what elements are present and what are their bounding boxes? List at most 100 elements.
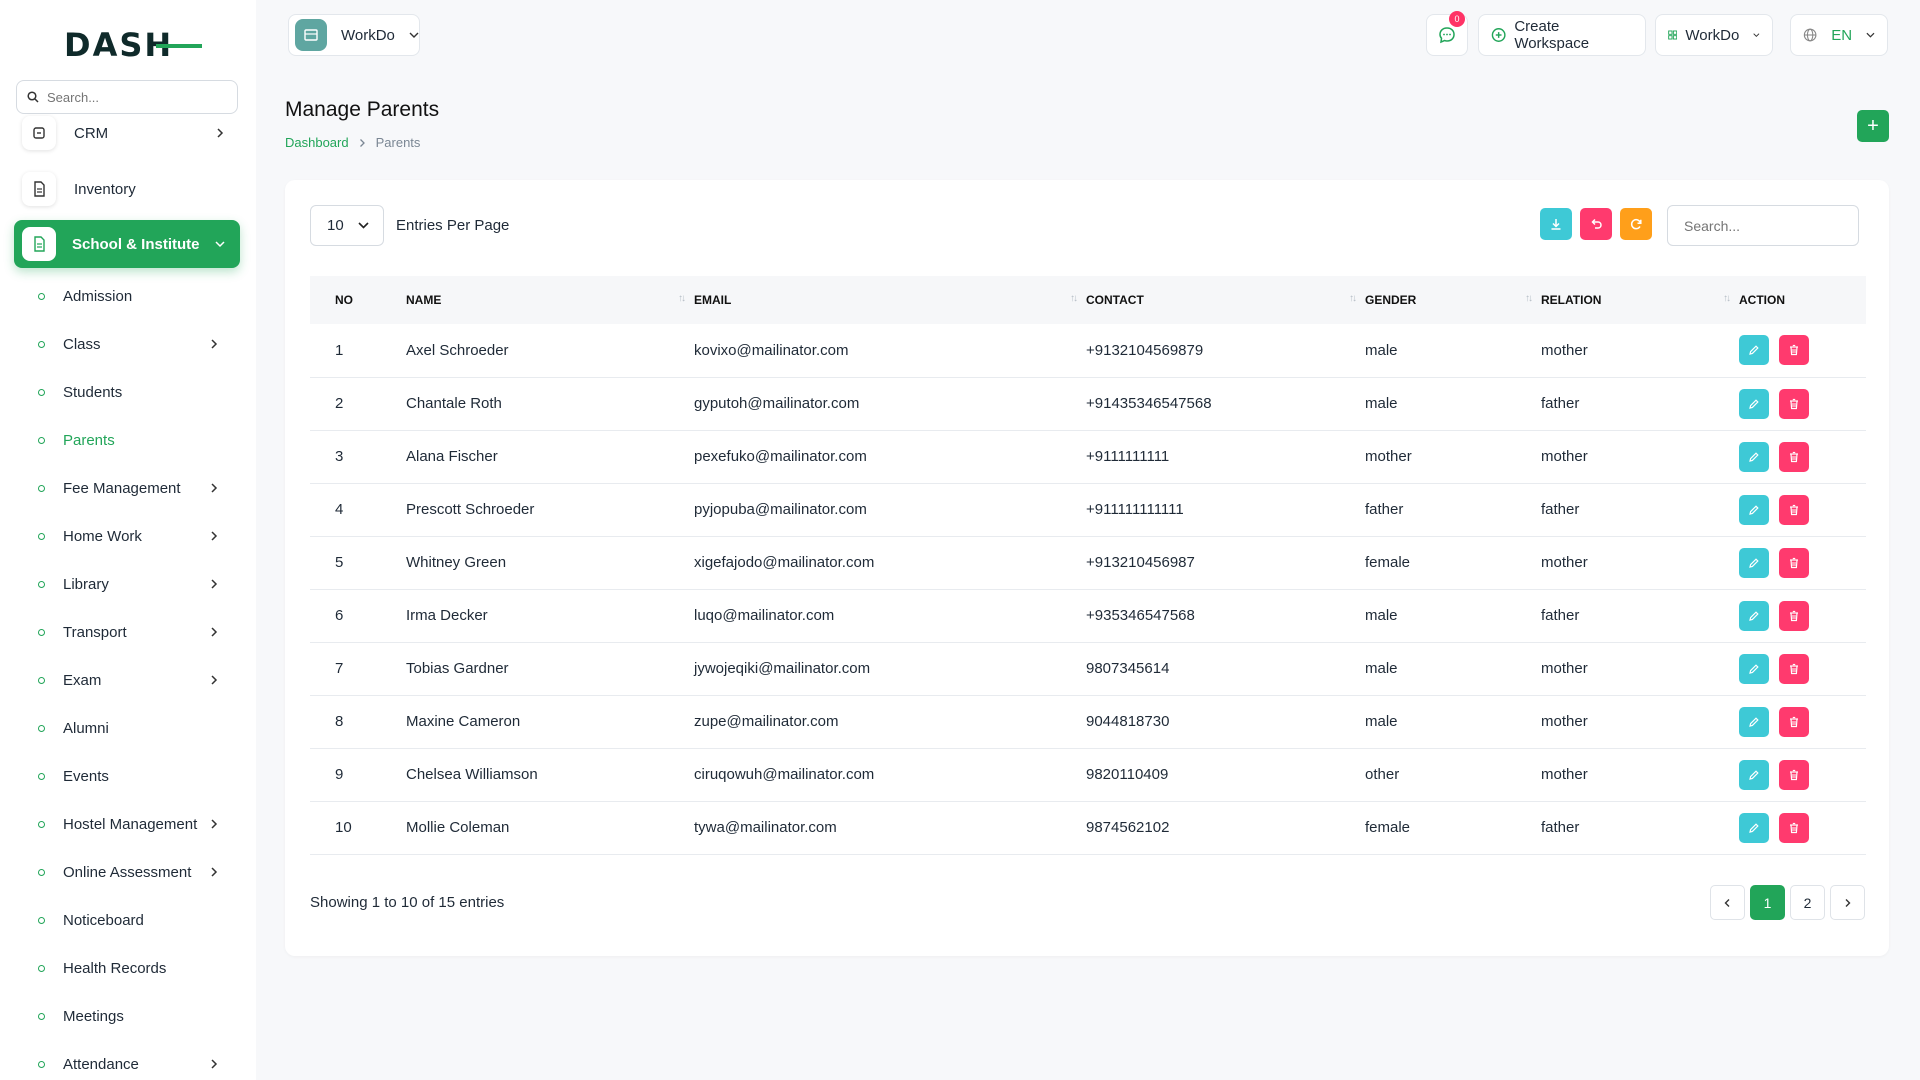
breadcrumb-dashboard-link[interactable]: Dashboard bbox=[285, 135, 349, 150]
cell-relation: father bbox=[1541, 819, 1580, 836]
edit-button[interactable] bbox=[1739, 335, 1769, 366]
edit-button[interactable] bbox=[1739, 759, 1769, 790]
sidebar-subitem-health-records[interactable]: Health Records bbox=[38, 953, 238, 983]
pagination: 1 2 bbox=[1710, 885, 1865, 920]
edit-button[interactable] bbox=[1739, 388, 1769, 419]
sidebar-subitem-library[interactable]: Library bbox=[38, 569, 238, 599]
edit-button[interactable] bbox=[1739, 441, 1769, 472]
brand-logo[interactable]: DASH bbox=[64, 26, 202, 64]
workspace-switch-button[interactable]: WorkDo bbox=[1655, 14, 1773, 56]
sidebar-subitem-class[interactable]: Class bbox=[38, 329, 238, 359]
trash-icon bbox=[1790, 345, 1798, 356]
sidebar-subitem-attendance[interactable]: Attendance bbox=[38, 1049, 238, 1079]
table-row: 4 Prescott Schroeder pyjopuba@mailinator.c… bbox=[310, 483, 1866, 536]
column-header-email[interactable]: EMAIL ↑↓ bbox=[694, 276, 1086, 324]
sidebar-subitem-parents[interactable]: Parents bbox=[38, 425, 238, 455]
cell-contact: 9044818730 bbox=[1086, 713, 1170, 730]
delete-button[interactable] bbox=[1779, 706, 1809, 737]
add-parent-button[interactable]: + bbox=[1857, 110, 1889, 142]
workspace-selector[interactable]: WorkDo bbox=[288, 14, 420, 56]
column-header-name[interactable]: NAME ↑↓ bbox=[406, 276, 694, 324]
sort-icon: ↑↓ bbox=[678, 293, 686, 304]
table-row: 3 Alana Fischer pexefuko@mailinator.com +91… bbox=[310, 430, 1866, 483]
edit-button[interactable] bbox=[1739, 812, 1769, 843]
sidebar-subitem-admission[interactable]: Admission bbox=[38, 281, 238, 311]
table-search-input[interactable] bbox=[1684, 217, 1844, 234]
sidebar-search-input[interactable] bbox=[47, 89, 217, 105]
column-header-gender[interactable]: GENDER ↑↓ bbox=[1365, 276, 1541, 324]
delete-button[interactable] bbox=[1779, 441, 1809, 472]
table-search[interactable] bbox=[1667, 205, 1859, 246]
create-workspace-button[interactable]: Create Workspace bbox=[1478, 14, 1646, 56]
sidebar-subitem-online-assessment[interactable]: Online Assessment bbox=[38, 857, 238, 887]
page-button-1[interactable]: 1 bbox=[1750, 885, 1785, 920]
sidebar-subitem-alumni[interactable]: Alumni bbox=[38, 713, 238, 743]
column-header-relation[interactable]: RELATION ↑↓ bbox=[1541, 276, 1739, 324]
chevron-right-icon bbox=[211, 867, 218, 877]
prev-page-button[interactable] bbox=[1710, 885, 1745, 920]
table-row: 9 Chelsea Williamson ciruqowuh@mailinator.… bbox=[310, 748, 1866, 801]
create-workspace-label: Create Workspace bbox=[1514, 18, 1590, 52]
cell-action bbox=[1739, 642, 1866, 695]
edit-button[interactable] bbox=[1739, 706, 1769, 737]
cell-name: Maxine Cameron bbox=[406, 713, 521, 730]
edit-button[interactable] bbox=[1739, 600, 1769, 631]
cell-relation: father bbox=[1541, 395, 1580, 412]
sidebar-subitem-noticeboard[interactable]: Noticeboard bbox=[38, 905, 238, 935]
delete-button[interactable] bbox=[1779, 494, 1809, 525]
entries-select[interactable]: 10 bbox=[310, 205, 384, 246]
edit-button[interactable] bbox=[1739, 547, 1769, 578]
delete-button[interactable] bbox=[1779, 812, 1809, 843]
next-page-button[interactable] bbox=[1830, 885, 1865, 920]
chevron-down-icon bbox=[1866, 32, 1875, 38]
delete-button[interactable] bbox=[1779, 759, 1809, 790]
undo-button[interactable] bbox=[1580, 208, 1612, 240]
messages-badge: 0 bbox=[1449, 11, 1465, 27]
sidebar-subitem-hostel-management[interactable]: Hostel Management bbox=[38, 809, 238, 839]
breadcrumb: Dashboard Parents bbox=[285, 135, 420, 150]
refresh-button[interactable] bbox=[1620, 208, 1652, 240]
messages-button[interactable]: 0 bbox=[1426, 11, 1468, 56]
trash-icon bbox=[1790, 557, 1798, 568]
sidebar-item-inventory[interactable]: Inventory bbox=[16, 166, 240, 212]
sidebar-subitem-exam[interactable]: Exam bbox=[38, 665, 238, 695]
sidebar-subitem-label: Health Records bbox=[63, 959, 167, 977]
sidebar-subitem-home-work[interactable]: Home Work bbox=[38, 521, 238, 551]
globe-icon bbox=[1803, 28, 1817, 42]
trash-icon bbox=[1790, 822, 1798, 833]
sidebar-search[interactable] bbox=[16, 80, 238, 114]
delete-button[interactable] bbox=[1779, 547, 1809, 578]
cell-relation: mother bbox=[1541, 341, 1588, 359]
sidebar-subitem-students[interactable]: Students bbox=[38, 377, 238, 407]
page-button-2[interactable]: 2 bbox=[1790, 885, 1825, 920]
sidebar-subitem-events[interactable]: Events bbox=[38, 761, 238, 791]
bullet-icon bbox=[38, 772, 45, 780]
column-header-contact[interactable]: CONTACT ↑↓ bbox=[1086, 276, 1365, 324]
delete-button[interactable] bbox=[1779, 600, 1809, 631]
trash-icon bbox=[1790, 398, 1798, 409]
cell-relation: mother bbox=[1541, 713, 1588, 730]
edit-button[interactable] bbox=[1739, 494, 1769, 525]
sidebar-subitem-fee-management[interactable]: Fee Management bbox=[38, 473, 238, 503]
cell-no: 6 bbox=[335, 607, 344, 624]
edit-button[interactable] bbox=[1739, 653, 1769, 684]
bullet-icon bbox=[38, 868, 45, 876]
delete-button[interactable] bbox=[1779, 653, 1809, 684]
delete-button[interactable] bbox=[1779, 335, 1809, 366]
sidebar-subitem-label: Parents bbox=[63, 431, 115, 449]
cell-relation: father bbox=[1541, 501, 1580, 518]
sidebar-subitem-meetings[interactable]: Meetings bbox=[38, 1001, 238, 1031]
sidebar-subitem-transport[interactable]: Transport bbox=[38, 617, 238, 647]
sidebar-item-school-institute[interactable]: School & Institute bbox=[14, 220, 240, 268]
export-button[interactable] bbox=[1540, 208, 1572, 240]
cell-relation: mother bbox=[1541, 660, 1588, 677]
sidebar-item-crm[interactable]: CRM bbox=[16, 110, 240, 156]
sidebar-subitem-label: Attendance bbox=[63, 1055, 139, 1073]
cell-name: Prescott Schroeder bbox=[406, 501, 535, 518]
delete-button[interactable] bbox=[1779, 388, 1809, 419]
language-selector[interactable]: EN bbox=[1790, 14, 1888, 56]
cell-contact: +9132104569879 bbox=[1086, 341, 1204, 359]
sidebar-item-label: School & Institute bbox=[72, 235, 200, 253]
cell-email: xigefajodo@mailinator.com bbox=[694, 554, 875, 571]
table-row: 6 Irma Decker luqo@mailinator.com +93534654… bbox=[310, 589, 1866, 642]
